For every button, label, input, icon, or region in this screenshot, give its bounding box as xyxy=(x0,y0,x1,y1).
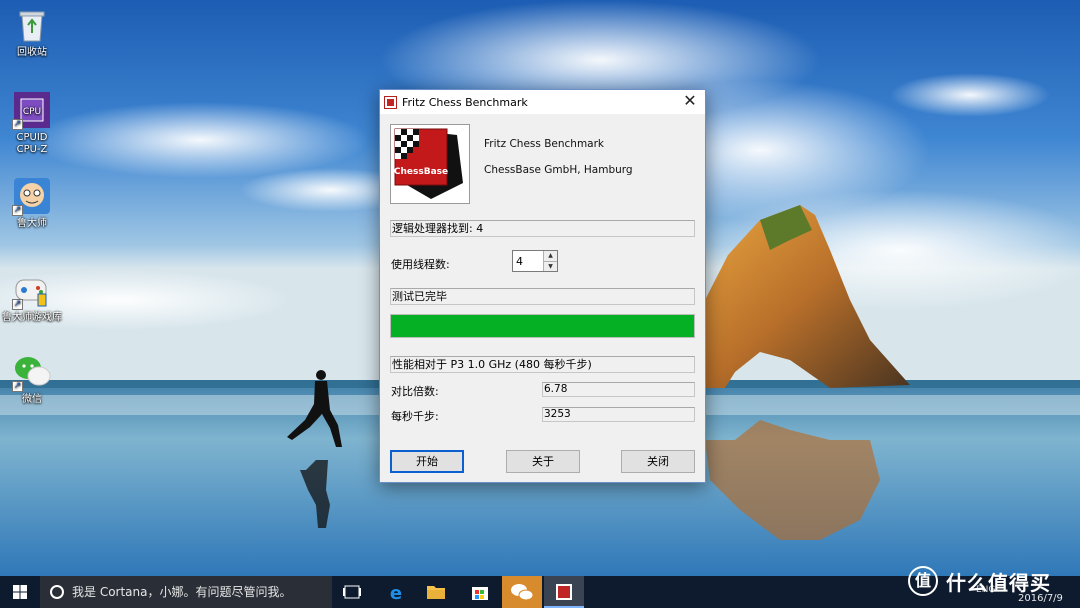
recycle-bin-icon xyxy=(12,5,52,45)
app-icon xyxy=(384,95,397,109)
chessbase-logo: ChessBase xyxy=(390,124,470,204)
ludashi-icon: ↗ xyxy=(12,176,52,216)
edge-icon: e xyxy=(390,583,402,604)
fritz-app-icon xyxy=(556,584,572,600)
windows-logo-icon xyxy=(13,585,27,599)
desktop-icon-ludashi[interactable]: ↗ 鲁大师 xyxy=(0,176,64,230)
threads-input[interactable] xyxy=(513,251,543,271)
product-name: Fritz Chess Benchmark xyxy=(484,138,605,150)
kns-label: 每秒千步: xyxy=(391,410,439,423)
shortcut-arrow-icon: ↗ xyxy=(12,119,23,130)
start-button[interactable]: 开始 xyxy=(390,450,464,473)
processors-found-field: 逻辑处理器找到: 4 xyxy=(390,220,695,237)
gamepad-icon: ↗ xyxy=(12,270,52,310)
desktop-icon-ludashi-games[interactable]: ↗ 鲁大师游戏库 xyxy=(0,270,64,324)
task-view-button[interactable] xyxy=(332,576,372,608)
search-placeholder: 我是 Cortana，小娜。有问题尽管问我。 xyxy=(72,585,292,599)
taskbar-edge[interactable]: e xyxy=(376,576,416,608)
threads-label: 使用线程数: xyxy=(391,258,450,271)
spin-up-icon[interactable]: ▲ xyxy=(544,251,557,261)
threads-spinner[interactable]: ▲ ▼ xyxy=(512,250,558,272)
taskbar-store[interactable] xyxy=(460,576,500,608)
watermark-symbol: 值 xyxy=(908,566,938,596)
shortcut-arrow-icon: ↗ xyxy=(12,299,23,310)
dialog-titlebar[interactable]: Fritz Chess Benchmark ✕ xyxy=(380,90,705,114)
watermark-text: 什么值得买 xyxy=(946,570,1051,595)
desktop-icon-cpu-z[interactable]: CPU ↗ CPUID CPU-Z xyxy=(0,90,64,156)
close-button[interactable]: 关闭 xyxy=(621,450,695,473)
cpu-z-icon: CPU ↗ xyxy=(12,90,52,130)
benchmark-progress-bar xyxy=(390,314,695,338)
dialog-title: Fritz Chess Benchmark xyxy=(402,95,528,109)
desktop-icon-label: CPUID CPU-Z xyxy=(16,132,48,155)
spin-down-icon[interactable]: ▼ xyxy=(544,261,557,271)
taskbar-file-explorer[interactable] xyxy=(416,576,456,608)
benchmark-dialog: Fritz Chess Benchmark ✕ ChessBase Fritz … xyxy=(379,89,706,483)
ratio-value: 6.78 xyxy=(542,382,695,397)
desktop-icon-wechat[interactable]: ↗ 微信 xyxy=(0,352,64,406)
shortcut-arrow-icon: ↗ xyxy=(12,381,23,392)
svg-text:e: e xyxy=(390,583,402,604)
close-icon[interactable]: ✕ xyxy=(675,90,705,114)
task-view-icon xyxy=(343,585,361,599)
wechat-icon: ↗ xyxy=(12,352,52,392)
kns-value: 3253 xyxy=(542,407,695,422)
cortana-search-box[interactable]: 我是 Cortana，小娜。有问题尽管问我。 xyxy=(40,576,332,608)
desktop-icon-recycle-bin[interactable]: 回收站 xyxy=(0,5,64,59)
about-button[interactable]: 关于 xyxy=(506,450,580,473)
taskbar-fritz-benchmark[interactable] xyxy=(544,576,584,608)
store-icon xyxy=(472,587,488,600)
progress-fill xyxy=(391,315,694,337)
company-name: ChessBase GmbH, Hamburg xyxy=(484,164,633,176)
folder-icon xyxy=(427,586,445,599)
ratio-label: 对比倍数: xyxy=(391,385,439,398)
desktop-icon-label: 回收站 xyxy=(17,47,47,58)
taskbar-wechat[interactable] xyxy=(502,576,542,608)
status-field: 测试已完毕 xyxy=(390,288,695,305)
desktop-icon-label: 鲁大师 xyxy=(17,218,47,229)
shortcut-arrow-icon: ↗ xyxy=(12,205,23,216)
svg-text:CPU: CPU xyxy=(23,107,41,117)
cortana-icon xyxy=(50,585,64,599)
desktop-icon-label: 微信 xyxy=(22,394,42,405)
watermark: 值 什么值得买 xyxy=(908,566,1051,596)
wechat-icon xyxy=(511,584,534,601)
svg-text:ChessBase: ChessBase xyxy=(394,167,448,177)
performance-reference-field: 性能相对于 P3 1.0 GHz (480 每秒千步) xyxy=(390,356,695,373)
desktop-icon-label: 鲁大师游戏库 xyxy=(2,312,62,323)
start-button-windows[interactable] xyxy=(0,576,40,608)
